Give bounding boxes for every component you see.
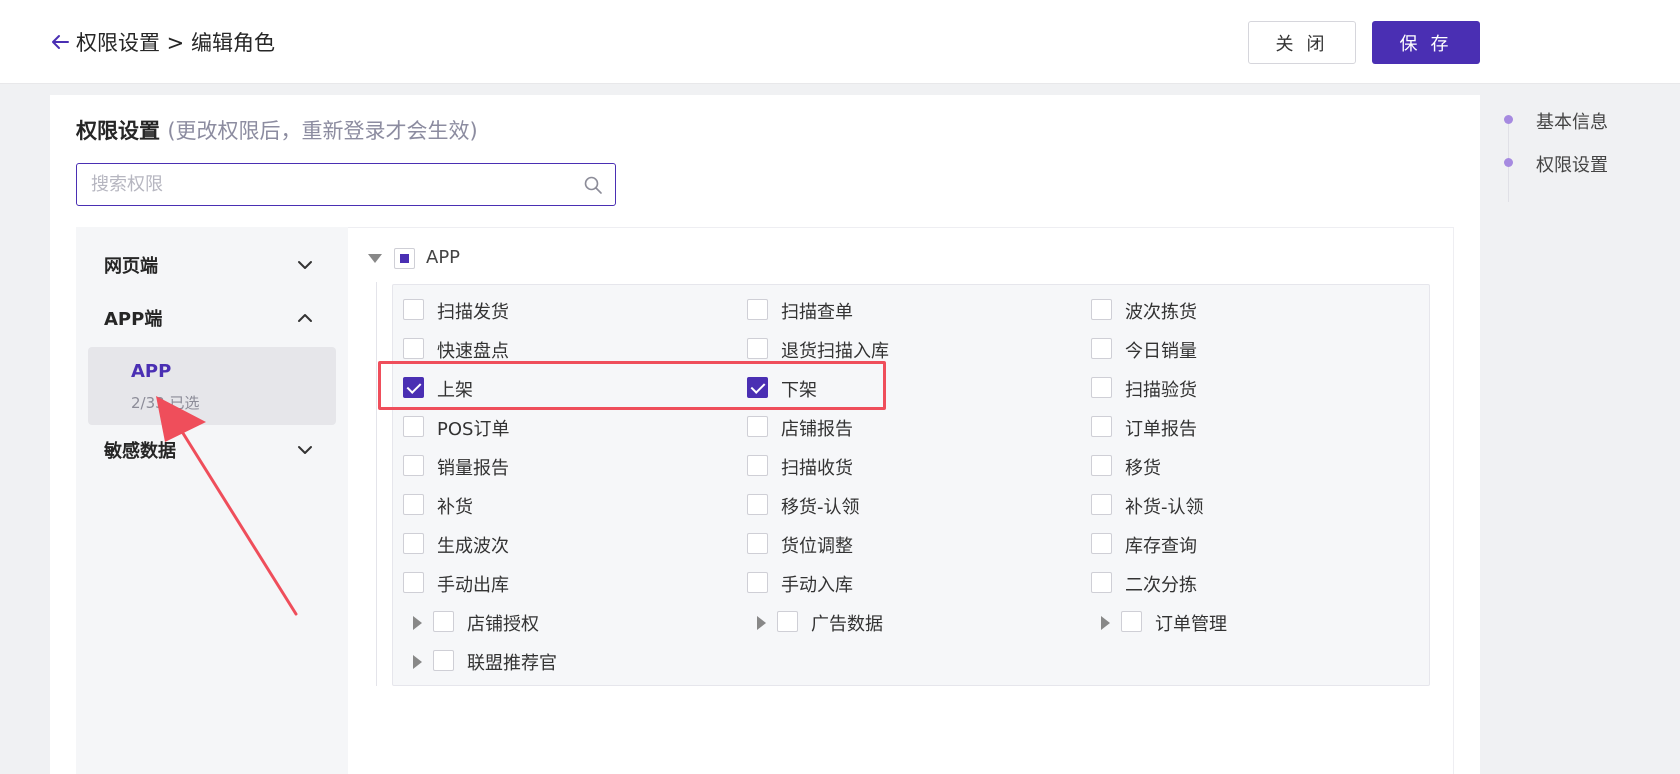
permission-checkbox[interactable] [1121,611,1142,632]
permission-checkbox[interactable] [747,338,768,359]
chevron-up-icon [298,314,312,322]
permission-label: 订单报告 [1125,419,1197,440]
permission-label: 二次分拣 [1125,575,1197,596]
permission-label: 上架 [437,380,473,401]
permission-label: 下架 [781,380,817,401]
group-web[interactable]: 网页端 [76,242,348,286]
permission-checkbox[interactable] [403,533,424,554]
permission-label: 联盟推荐官 [467,653,557,674]
permission-checkbox[interactable] [747,533,768,554]
search-icon[interactable] [583,175,603,195]
permission-label: 生成波次 [437,536,509,557]
permission-checkbox[interactable] [403,572,424,593]
search-box [76,163,616,206]
permission-label: 扫描收货 [781,458,853,479]
permission-label: 货位调整 [781,536,853,557]
tree-root-checkbox[interactable] [394,248,415,269]
caret-right-icon[interactable] [757,616,766,630]
permission-label: 库存查询 [1125,536,1197,557]
category-item-count: 2/33 已选 [131,394,200,412]
permission-label: 店铺授权 [467,614,539,635]
category-panel: 网页端 APP端 APP 2/33 已选 敏感数据 [76,227,348,774]
permission-checkbox[interactable] [747,494,768,515]
group-label: APP端 [104,309,163,330]
search-input[interactable] [91,164,561,205]
permission-label: 手动出库 [437,575,509,596]
permission-checkbox[interactable] [1091,338,1112,359]
permission-label: 扫描验货 [1125,380,1197,401]
permission-checkbox[interactable] [747,416,768,437]
permission-label: 广告数据 [811,614,883,635]
permission-label: 波次拣货 [1125,302,1197,323]
category-item-app[interactable]: APP 2/33 已选 [88,347,336,425]
permission-label: 移货 [1125,458,1161,479]
permission-checkbox[interactable] [1091,299,1112,320]
breadcrumb: 权限设置 > 编辑角色 [76,31,275,55]
close-button[interactable]: 关 闭 [1248,21,1356,64]
permission-label: 补货-认领 [1125,497,1204,518]
permission-checkbox[interactable] [1091,377,1112,398]
permission-label: POS订单 [437,419,510,440]
caret-right-icon[interactable] [1101,616,1110,630]
permission-checkbox[interactable] [403,299,424,320]
section-title-text: 权限设置 [76,119,160,143]
caret-right-icon[interactable] [413,616,422,630]
anchor-dot [1504,158,1513,167]
permission-label: 扫描发货 [437,302,509,323]
permission-label: 移货-认领 [781,497,860,518]
caret-right-icon[interactable] [413,655,422,669]
permission-tree: APP 扫描发货 扫描查单 波次拣货快速盘点 退货扫描入库 今日销量上架 下架 扫描验货 PO… [348,227,1454,774]
group-app[interactable]: APP端 [76,295,348,339]
permission-label: 今日销量 [1125,341,1197,362]
permission-checkbox[interactable] [403,416,424,437]
tree-root-label: APP [426,247,461,268]
permission-checkbox[interactable] [403,338,424,359]
permission-label: 订单管理 [1155,614,1227,635]
permission-checkbox[interactable] [1091,416,1112,437]
anchor-nav: 基本信息 权限设置 [1500,108,1670,218]
permission-checkbox[interactable] [747,455,768,476]
permission-checkbox[interactable] [1091,455,1112,476]
top-bar: 权限设置 > 编辑角色 关 闭 保 存 [0,0,1680,84]
arrow-left-icon[interactable] [48,30,72,54]
permission-checkbox[interactable] [777,611,798,632]
caret-down-icon[interactable] [368,254,382,263]
permission-label: 快速盘点 [437,341,509,362]
permission-checkbox[interactable] [433,611,454,632]
permission-checkbox[interactable] [403,377,424,398]
permission-checkbox[interactable] [433,650,454,671]
permission-checkbox[interactable] [403,494,424,515]
tree-guide-line [376,282,377,686]
permission-label: 销量报告 [437,458,509,479]
permission-label: 扫描查单 [781,302,853,323]
save-button[interactable]: 保 存 [1372,21,1480,64]
group-sensitive-data[interactable]: 敏感数据 [76,427,348,471]
permission-checkbox[interactable] [1091,494,1112,515]
permission-label: 退货扫描入库 [781,341,889,362]
section-title: 权限设置 (更改权限后，重新登录才会生效) [76,115,478,145]
permission-label: 手动入库 [781,575,853,596]
permission-card: 权限设置 (更改权限后，重新登录才会生效) 网页端 APP端 APP 2/33 … [50,95,1480,774]
anchor-basic-info[interactable]: 基本信息 [1536,108,1608,134]
permission-checkbox[interactable] [1091,572,1112,593]
permission-label: 补货 [437,497,473,518]
anchor-permission-settings[interactable]: 权限设置 [1536,151,1608,177]
permission-checkbox[interactable] [747,299,768,320]
group-label: 敏感数据 [104,441,176,462]
permission-checkbox[interactable] [403,455,424,476]
permission-grid: 扫描发货 扫描查单 波次拣货 快速盘点 退货扫描入库 今日销量 上架 下架 扫描验货 POS订单店… [392,284,1430,686]
anchor-dot [1504,115,1513,124]
chevron-down-icon [298,261,312,269]
permission-label: 店铺报告 [781,419,853,440]
chevron-down-icon [298,446,312,454]
permission-checkbox[interactable] [1091,533,1112,554]
permission-checkbox[interactable] [747,572,768,593]
permission-checkbox[interactable] [747,377,768,398]
category-item-title: APP [131,361,172,382]
group-label: 网页端 [104,256,158,277]
section-note: (更改权限后，重新登录才会生效) [167,119,478,143]
